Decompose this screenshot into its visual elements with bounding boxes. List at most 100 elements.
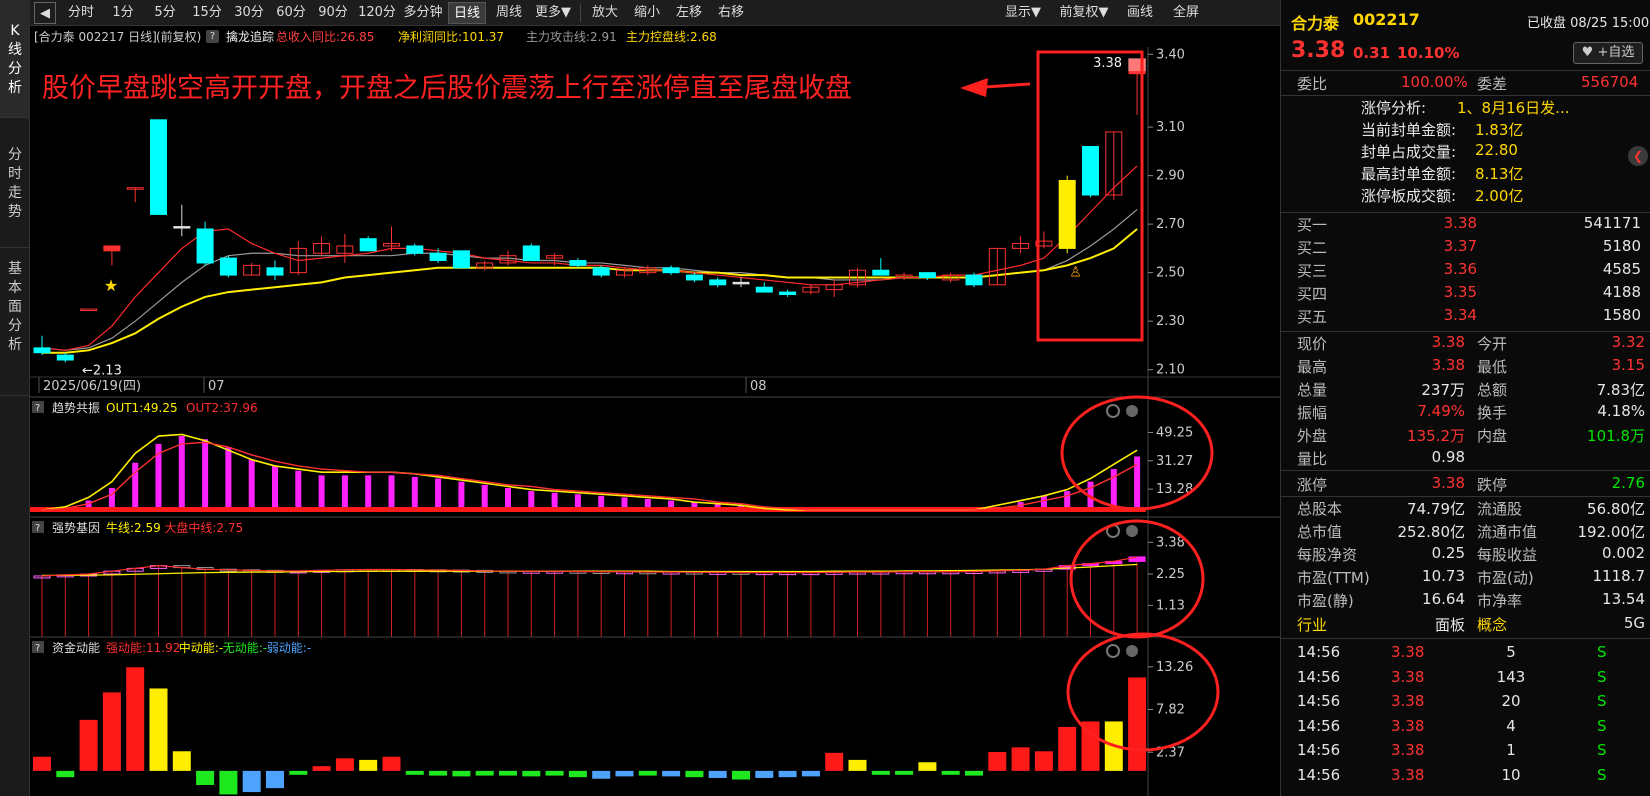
fund-bar — [149, 688, 168, 771]
candle[interactable] — [895, 272, 913, 280]
candle[interactable] — [685, 272, 703, 283]
panel-gear-icon[interactable] — [1106, 644, 1120, 658]
period-5[interactable]: 60分 — [272, 2, 310, 24]
candle[interactable] — [755, 282, 773, 293]
candle[interactable] — [336, 233, 354, 263]
trend-bar — [178, 436, 185, 510]
period-8[interactable]: 多分钟 — [402, 2, 444, 24]
candle[interactable] — [1012, 236, 1030, 254]
fund-bar — [848, 759, 867, 771]
toolbar-right-1[interactable]: 前复权▼ — [1054, 2, 1114, 24]
annotation-arrow-head-icon — [960, 78, 988, 97]
candle[interactable] — [918, 272, 936, 280]
candle[interactable] — [266, 260, 284, 280]
candle[interactable] — [383, 226, 400, 251]
panel-close-icon[interactable] — [1126, 525, 1138, 537]
period-7[interactable]: 120分 — [356, 2, 398, 24]
fund-bar — [242, 770, 261, 793]
toolbar-right-0[interactable]: 显示▼ — [998, 2, 1048, 24]
candle[interactable] — [662, 265, 680, 276]
fund-bar — [592, 770, 611, 779]
stat-label: 总量 — [1297, 381, 1328, 399]
candle[interactable] — [56, 352, 74, 363]
bid-label: 买一 — [1297, 216, 1328, 234]
candle[interactable] — [80, 308, 98, 312]
toolbar-action-0[interactable]: 放大 — [586, 2, 624, 24]
fund-tick-label: 7.82 — [1156, 703, 1185, 718]
period-2[interactable]: 5分 — [146, 2, 184, 24]
fund-bar — [801, 770, 820, 777]
trend-legend: OUT2:37.96 — [186, 401, 258, 415]
quote-panel: 合力泰 002217 已收盘 08/25 15:00 3.38 0.31 10.10% ♥ … — [1280, 0, 1650, 796]
candle[interactable] — [313, 236, 331, 256]
committee-ratio: 100.00% — [1401, 73, 1468, 91]
candle[interactable] — [173, 204, 191, 237]
candle[interactable] — [1058, 175, 1076, 254]
panel-gear-icon[interactable] — [1106, 404, 1120, 418]
tick-volume: 143 — [1496, 667, 1526, 686]
limit-analysis-label: 涨停板成交额: — [1361, 187, 1457, 205]
toolbar-action-1[interactable]: 缩小 — [628, 2, 666, 24]
sidebar-tab-0[interactable]: K线分析 — [0, 0, 30, 118]
toolbar-action-2[interactable]: 左移 — [670, 2, 708, 24]
sidebar-tab-char: 面 — [8, 299, 22, 315]
industry-value: 面板 — [1434, 616, 1465, 634]
period-4[interactable]: 30分 — [230, 2, 268, 24]
candle[interactable] — [1105, 131, 1123, 200]
candle[interactable] — [709, 277, 727, 288]
add-watchlist-button[interactable]: ♥ +自选 — [1573, 42, 1643, 64]
panel-close-icon[interactable] — [1126, 645, 1138, 657]
candle[interactable] — [103, 245, 121, 266]
fundamental-label: 每股收益 — [1477, 546, 1538, 564]
period-1[interactable]: 1分 — [104, 2, 142, 24]
candle[interactable] — [522, 243, 540, 262]
candle[interactable] — [219, 255, 237, 278]
period-0[interactable]: 分时 — [62, 2, 100, 24]
bid-volume: 5180 — [1602, 237, 1641, 255]
candle[interactable] — [126, 187, 144, 203]
help-icon[interactable]: ? — [206, 30, 219, 43]
fund-bar — [941, 770, 960, 775]
candle[interactable] — [802, 284, 820, 295]
period-10[interactable]: 周线 — [490, 2, 528, 24]
candle[interactable] — [988, 247, 1006, 286]
limit-analysis-value: 8.13亿 — [1475, 165, 1524, 183]
fund-bar — [918, 762, 937, 771]
toolbar-action-3[interactable]: 右移 — [712, 2, 750, 24]
candle[interactable] — [359, 236, 377, 252]
stat-value: 3.15 — [1611, 356, 1645, 374]
period-6[interactable]: 90分 — [314, 2, 352, 24]
square-left-icon[interactable]: ◀ — [34, 2, 56, 24]
fund-legend: 中动能:- — [179, 640, 223, 655]
candle-body — [33, 347, 51, 354]
candle[interactable] — [243, 262, 261, 276]
candle[interactable] — [196, 221, 214, 266]
candle[interactable] — [779, 289, 797, 297]
candle[interactable] — [1082, 145, 1099, 198]
fundamental-value: 0.25 — [1431, 544, 1465, 562]
kline-chart-area[interactable]: 3.40 3.10 2.90 2.70 2.50 2.30 2.10 2025/06/19(四… — [30, 47, 1280, 796]
tick-side: S — [1597, 765, 1607, 784]
toolbar-right-2[interactable]: 画线 — [1120, 2, 1160, 24]
period-9[interactable]: 日线 — [448, 2, 486, 24]
sidebar-tab-2[interactable]: 基本面分析 — [0, 248, 30, 396]
fund-bar — [289, 770, 308, 775]
candle[interactable] — [872, 258, 890, 276]
candle[interactable] — [33, 335, 51, 356]
candle[interactable] — [569, 258, 587, 268]
toolbar-right-3[interactable]: 全屏 — [1166, 2, 1206, 24]
candle[interactable] — [965, 272, 983, 288]
candle[interactable] — [732, 277, 750, 288]
tick-price: 3.38 — [1391, 692, 1425, 710]
tick-volume: 4 — [1506, 716, 1516, 735]
candle[interactable] — [150, 119, 167, 215]
sidebar-tab-1[interactable]: 分时走势 — [0, 118, 30, 248]
panel-close-icon[interactable] — [1126, 405, 1138, 417]
period-3[interactable]: 15分 — [188, 2, 226, 24]
collapse-panel-icon[interactable]: ❮ — [1628, 146, 1648, 166]
period-11[interactable]: 更多▼ — [532, 2, 574, 24]
candle[interactable] — [289, 241, 307, 276]
candle[interactable] — [452, 250, 470, 269]
fund-bar — [708, 770, 727, 778]
candle[interactable] — [825, 279, 843, 297]
